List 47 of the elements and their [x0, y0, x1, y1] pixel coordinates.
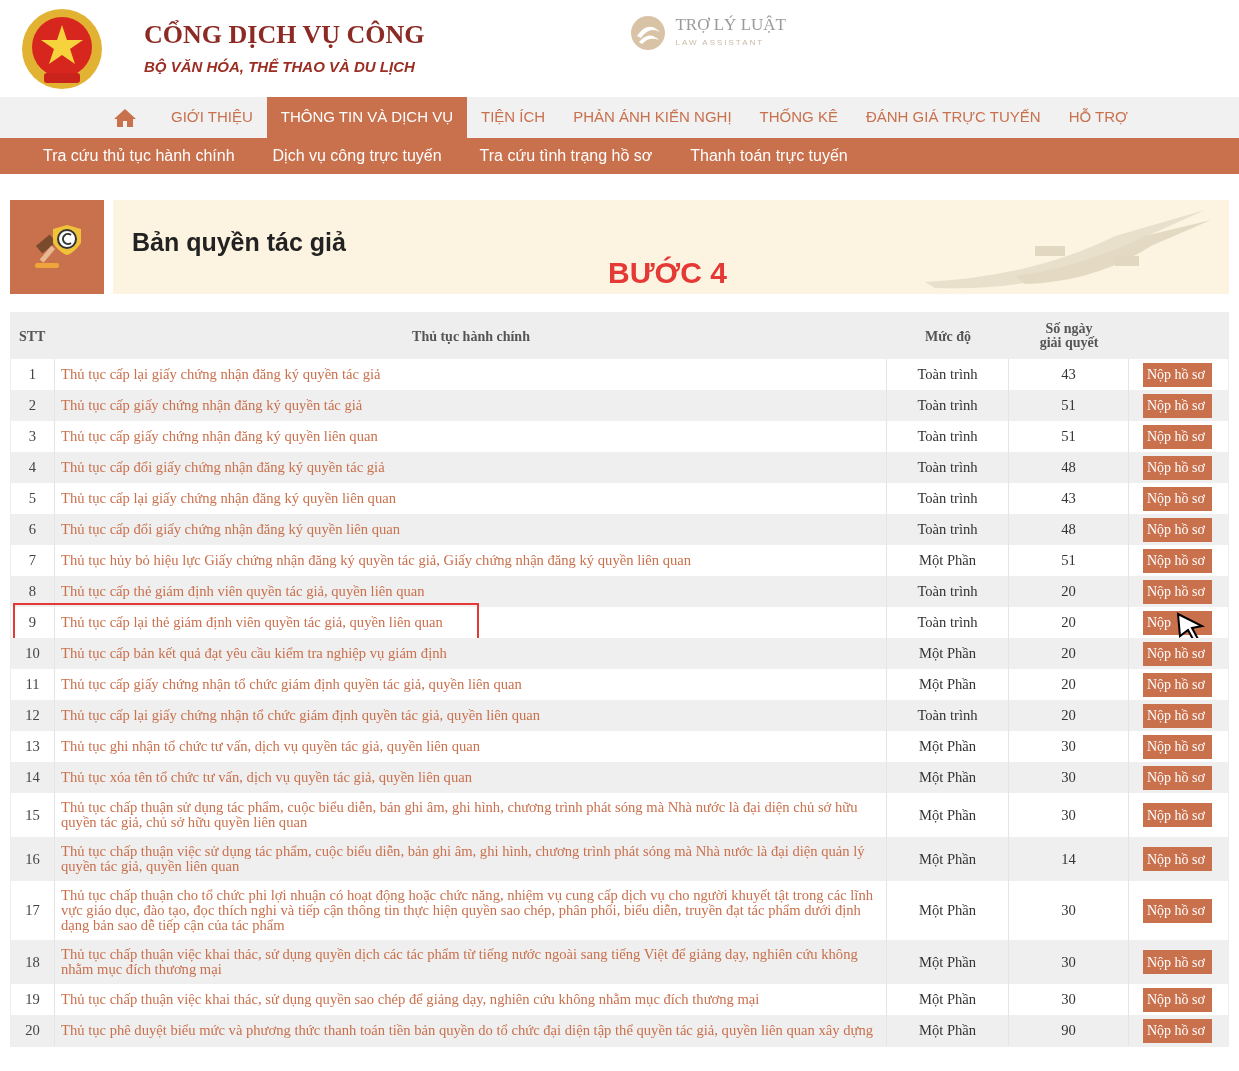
submit-button[interactable]: Nộp hồ sơ	[1143, 847, 1212, 871]
submit-button[interactable]: Nộp hồ sơ	[1143, 765, 1212, 790]
banner-title: Bản quyền tác giả	[132, 227, 346, 259]
days-cell: 90	[1009, 1015, 1129, 1046]
nav-tab[interactable]: THỐNG KÊ	[745, 97, 852, 138]
submit-button[interactable]: Nộp hồ sơ	[1143, 548, 1212, 573]
submit-button[interactable]: Nộp hồ sơ	[1143, 517, 1212, 542]
nav-tab[interactable]: PHẢN ÁNH KIẾN NGHỊ	[559, 97, 746, 138]
nav-tab[interactable]: GIỚI THIỆU	[157, 97, 267, 138]
sub-nav-link[interactable]: Dịch vụ công trực tuyến	[272, 144, 442, 168]
column-header: Số ngày giải quyết	[1038, 322, 1100, 350]
partner-name: TRỢ LÝ LUẬT	[675, 16, 786, 33]
submit-button[interactable]: Nộp hồ sơ	[1143, 393, 1212, 418]
submit-button[interactable]: Nộp hồ sơ	[1143, 486, 1212, 511]
nav-tab[interactable]: THÔNG TIN VÀ DỊCH VỤ	[266, 97, 467, 138]
column-header: Mức độ	[923, 327, 973, 346]
procedure-link[interactable]: Thủ tục phê duyệt biểu mức và phương thức thanh toán tiền bản quyền do tổ chức đại diện tập thể quyền tác giả, quyền liên quan xây dựng	[55, 1015, 887, 1046]
row-number: 20	[11, 1015, 55, 1046]
nav-tab[interactable]: TIỆN ÍCH	[467, 97, 560, 138]
submit-button[interactable]: Nộp hồ sơ	[1143, 734, 1212, 759]
emblem-icon	[20, 6, 104, 91]
partner-tagline: LAW ASSISTANT	[675, 37, 766, 49]
column-header: Thủ tục hành chính	[411, 327, 531, 346]
portal-title: CỔNG DỊCH VỤ CÔNG	[144, 19, 425, 51]
shell-icon	[629, 13, 668, 52]
nav-tab[interactable]: HỖ TRỢ	[1054, 97, 1142, 138]
column-header: STT	[18, 327, 47, 346]
nav-tab[interactable]: ĐÁNH GIÁ TRỰC TUYẾN	[851, 97, 1055, 138]
submit-button[interactable]: Nộp hồ sơ	[1143, 1018, 1212, 1043]
submit-button[interactable]: Nộp hồ sơ	[1143, 672, 1212, 697]
level-cell: Một Phần	[887, 1015, 1009, 1046]
portal-subtitle: BỘ VĂN HÓA, THỂ THAO VÀ DU LỊCH	[144, 56, 416, 77]
sub-nav-link[interactable]: Thanh toán trực tuyến	[690, 144, 848, 168]
submit-button[interactable]: Nộp hồ sơ	[1143, 987, 1212, 1012]
sub-nav-link[interactable]: Tra cứu tình trạng hồ sơ	[479, 144, 653, 168]
home-icon[interactable]	[113, 107, 137, 128]
step-label: BƯỚC 4	[608, 255, 727, 291]
submit-button[interactable]: Nộp hồ sơ	[1143, 803, 1212, 827]
submit-button[interactable]: Nộp hồ sơ	[1143, 455, 1212, 480]
submit-button[interactable]: Nộp hồ sơ	[1143, 641, 1212, 666]
sub-nav-link[interactable]: Tra cứu thủ tục hành chính	[43, 144, 235, 168]
submit-button[interactable]: Nộp hồ sơ	[1143, 579, 1212, 604]
submit-button[interactable]: Nộp hồ sơ	[1143, 950, 1212, 974]
submit-button[interactable]: Nộp hồ sơ	[1143, 898, 1212, 923]
submit-button[interactable]: Nộp hồ sơ	[1143, 703, 1212, 728]
submit-button[interactable]: Nộp hồ sơ	[1143, 362, 1212, 387]
submit-button[interactable]: Nộp hồ sơ	[1143, 424, 1212, 449]
